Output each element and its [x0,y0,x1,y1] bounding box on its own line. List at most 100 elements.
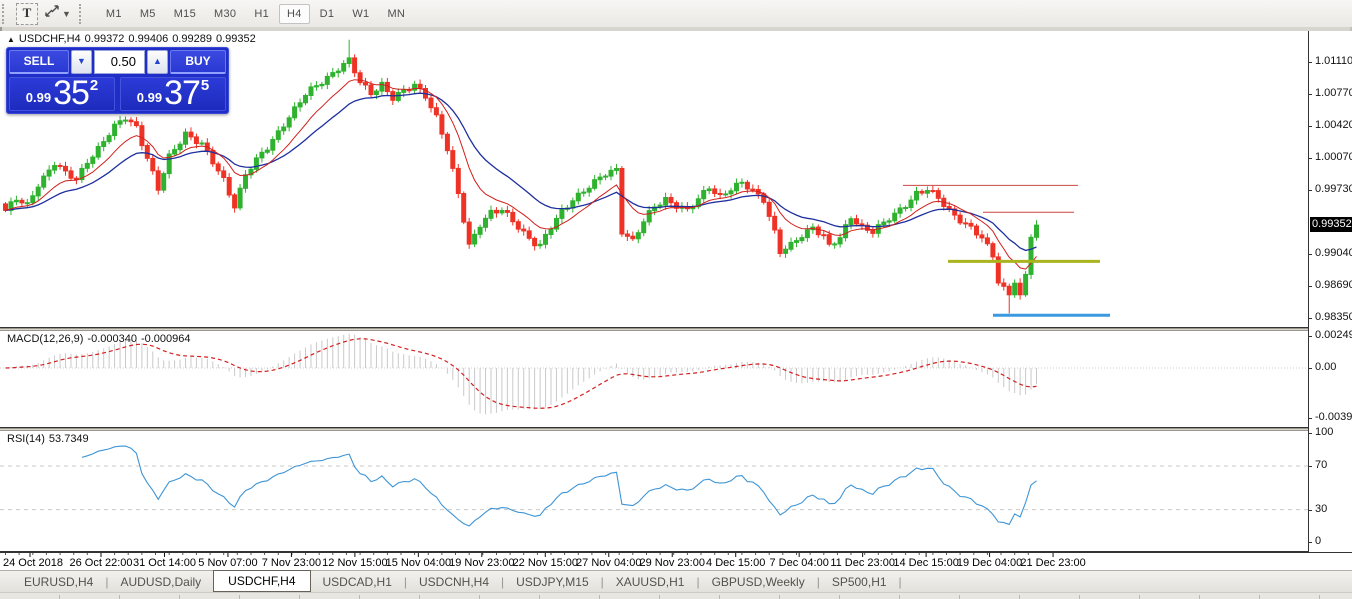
macd-name: MACD(12,26,9) [7,333,83,345]
timeframe-toolbar: M1M5M15M30H1H4D1W1MN [97,4,414,24]
axis-tick [1309,254,1312,255]
buy-button[interactable]: BUY [170,50,226,74]
sell-button[interactable]: SELL [9,50,69,74]
axis-tick-label: 0.99730 [1315,183,1352,195]
chart-tab-bar: EURUSD,H4 | AUDUSD,DailyUSDCHF,H4USDCAD,H1… [0,570,1352,599]
ohlc-high: 0.99406 [128,33,168,45]
toolbar-grip[interactable] [2,4,10,24]
time-axis-label: 24 Oct 2018 [3,557,63,569]
chart-tab-usdcad[interactable]: USDCAD,H1 [311,573,404,591]
time-axis-label: 12 Nov 15:00 [322,557,387,569]
axis-tick-label: 0.98350 [1315,311,1352,323]
axis-tick-label: 70 [1315,459,1327,471]
macd-canvas[interactable] [0,331,1308,427]
timeframe-button-m5[interactable]: M5 [132,4,164,24]
axis-tick-label: 0.99040 [1315,247,1352,259]
axis-tick-label: -0.003913 [1315,411,1352,423]
chevron-down-icon[interactable]: ▼ [62,9,71,19]
timeframe-button-h1[interactable]: H1 [246,4,277,24]
price-chart-panel: ▲USDCHF,H40.993720.994060.992890.99352 S… [0,31,1352,328]
title-triangle-icon[interactable]: ▲ [7,35,15,44]
axis-tick-label: 1.00770 [1315,87,1352,99]
timeframe-button-m1[interactable]: M1 [98,4,130,24]
bid-price-box[interactable]: 0.99352 [9,77,115,111]
current-price-badge: 0.99352 [1310,217,1352,232]
macd-value: -0.000340 [87,333,137,345]
bid-price-sup: 2 [90,77,98,94]
time-axis-label: 4 Dec 15:00 [706,557,765,569]
timeframe-button-mn[interactable]: MN [379,4,413,24]
chart-tab-usdchf[interactable]: USDCHF,H4 [213,570,310,592]
time-axis-label: 5 Nov 07:00 [198,557,257,569]
timeframe-button-m30[interactable]: M30 [206,4,244,24]
axis-tick [1309,466,1312,467]
axis-tick-label: 0.00 [1315,361,1336,373]
volume-increase-button[interactable]: ▲ [147,50,168,74]
ask-price-big: 37 [164,77,200,109]
axis-tick-label: 0.98690 [1315,279,1352,291]
axis-tick [1309,418,1312,419]
chart-tab-usdjpy[interactable]: USDJPY,M15 [504,573,600,591]
axis-tick-label: 0 [1315,535,1321,547]
chart-tab-usdcnh[interactable]: USDCNH,H4 [407,573,501,591]
macd-indicator-panel: MACD(12,26,9) -0.000340 -0.000964 [0,331,1352,428]
macd-label: MACD(12,26,9) -0.000340 -0.000964 [7,333,195,345]
time-axis-label: 29 Nov 23:00 [640,557,705,569]
rsi-canvas[interactable] [0,431,1308,551]
axis-tick [1309,318,1312,319]
rsi-name: RSI(14) [7,433,45,445]
time-axis-label: 11 Dec 23:00 [830,557,895,569]
axis-tick [1309,158,1312,159]
rsi-indicator-panel: RSI(14) 53.7349 [0,431,1352,552]
chart-title: ▲USDCHF,H40.993720.994060.992890.99352 [7,33,260,45]
ask-price-sup: 5 [201,77,209,94]
axis-tick-label: 1.01110 [1315,55,1352,67]
chart-tab-gbpusd[interactable]: GBPUSD,Weekly [700,573,817,591]
axis-tick [1309,126,1312,127]
axis-tick [1309,190,1312,191]
time-axis-label: 15 Nov 04:00 [386,557,451,569]
time-axis-label: 21 Dec 23:00 [1020,557,1085,569]
axis-tick [1309,286,1312,287]
volume-input[interactable]: 0.50 [94,50,145,74]
time-axis-label: 27 Nov 04:00 [576,557,641,569]
volume-decrease-button[interactable]: ▼ [71,50,92,74]
axis-tick [1309,336,1312,337]
rsi-value: 53.7349 [49,433,89,445]
toolbar-grip[interactable] [79,4,87,24]
time-axis-label: 19 Nov 23:00 [449,557,514,569]
time-axis-label: 22 Nov 15:00 [513,557,578,569]
text-tool-button[interactable]: T [16,3,38,25]
chart-tab-xauusd[interactable]: XAUUSD,H1 [604,573,697,591]
time-axis-label: 14 Dec 15:00 [893,557,958,569]
axis-tick [1309,542,1312,543]
axis-tick-label: 1.00420 [1315,119,1352,131]
axis-tick-label: 1.00070 [1315,151,1352,163]
ask-price-box[interactable]: 0.99375 [120,77,226,111]
arrows-icon [44,3,60,24]
chart-tab-sp500[interactable]: SP500,H1 [820,573,899,591]
chart-tab-audusd[interactable]: AUDUSD,Daily [108,573,213,591]
timeframe-button-w1[interactable]: W1 [344,4,377,24]
timeframe-button-h4[interactable]: H4 [279,4,310,24]
toolbar: T ▼ M1M5M15M30H1H4D1W1MN [0,0,1352,28]
time-axis[interactable]: 24 Oct 201826 Oct 22:0031 Oct 14:005 Nov… [0,552,1352,571]
macd-signal-value: -0.000964 [141,333,191,345]
chart-tab-eurusd[interactable]: EURUSD,H4 [12,573,105,591]
timeframe-button-d1[interactable]: D1 [312,4,343,24]
price-axis[interactable]: 0.99352 1.01110 1.00770 1.00420 1.00070 0.99… [1308,31,1352,552]
axis-tick-label: 0.002492 [1315,329,1352,341]
tab-separator: | [899,575,902,589]
axis-tick-label: 30 [1315,503,1327,515]
axis-tick [1309,62,1312,63]
axis-tick [1309,510,1312,511]
arrows-tool-button[interactable]: ▼ [44,3,71,24]
ohlc-open: 0.99372 [85,33,125,45]
ohlc-close: 0.99352 [216,33,256,45]
time-axis-label: 7 Dec 04:00 [769,557,828,569]
timeframe-button-m15[interactable]: M15 [166,4,204,24]
axis-tick-label: 100 [1315,426,1333,438]
trading-terminal-window: T ▼ M1M5M15M30H1H4D1W1MN ▲USDCHF,H40.993… [0,0,1352,599]
chart-tabs: EURUSD,H4 | AUDUSD,DailyUSDCHF,H4USDCAD,H1… [0,571,1352,592]
rsi-label: RSI(14) 53.7349 [7,433,93,445]
